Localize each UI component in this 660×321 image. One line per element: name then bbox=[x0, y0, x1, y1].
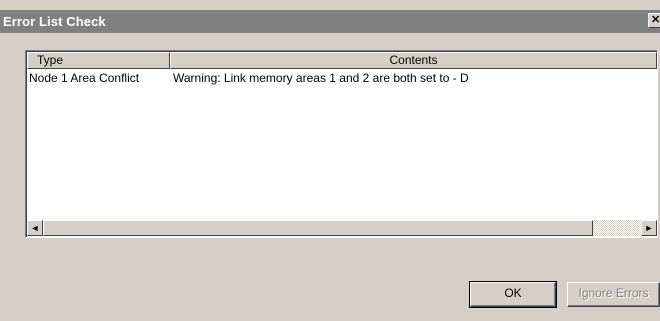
column-header-type[interactable]: Type bbox=[27, 52, 170, 69]
error-list-check-dialog: Error List Check ✕ Type Contents Node 1 … bbox=[0, 0, 660, 321]
scroll-right-button[interactable]: ► bbox=[641, 220, 657, 236]
list-header: Type Contents bbox=[27, 52, 657, 69]
list-rows: Node 1 Area Conflict Warning: Link memor… bbox=[27, 70, 657, 86]
window-title: Error List Check bbox=[3, 14, 106, 29]
list-row[interactable]: Node 1 Area Conflict Warning: Link memor… bbox=[27, 70, 657, 86]
close-icon: ✕ bbox=[651, 14, 660, 26]
ignore-errors-button[interactable]: Ignore Errors bbox=[567, 282, 660, 307]
scroll-thumb[interactable] bbox=[43, 220, 593, 236]
ok-button[interactable]: OK bbox=[469, 281, 557, 308]
row-type-cell: Node 1 Area Conflict bbox=[29, 71, 140, 85]
error-list[interactable]: Type Contents Node 1 Area Conflict Warni… bbox=[25, 50, 658, 238]
title-bar[interactable]: Error List Check ✕ bbox=[0, 10, 660, 33]
right-arrow-icon: ► bbox=[644, 223, 654, 233]
row-contents-cell: Warning: Link memory areas 1 and 2 are b… bbox=[173, 71, 469, 85]
scroll-left-button[interactable]: ◄ bbox=[27, 220, 43, 236]
column-header-contents[interactable]: Contents bbox=[170, 52, 657, 69]
left-arrow-icon: ◄ bbox=[30, 223, 40, 233]
horizontal-scrollbar[interactable]: ◄ ► bbox=[27, 220, 657, 236]
close-button[interactable]: ✕ bbox=[648, 13, 660, 28]
